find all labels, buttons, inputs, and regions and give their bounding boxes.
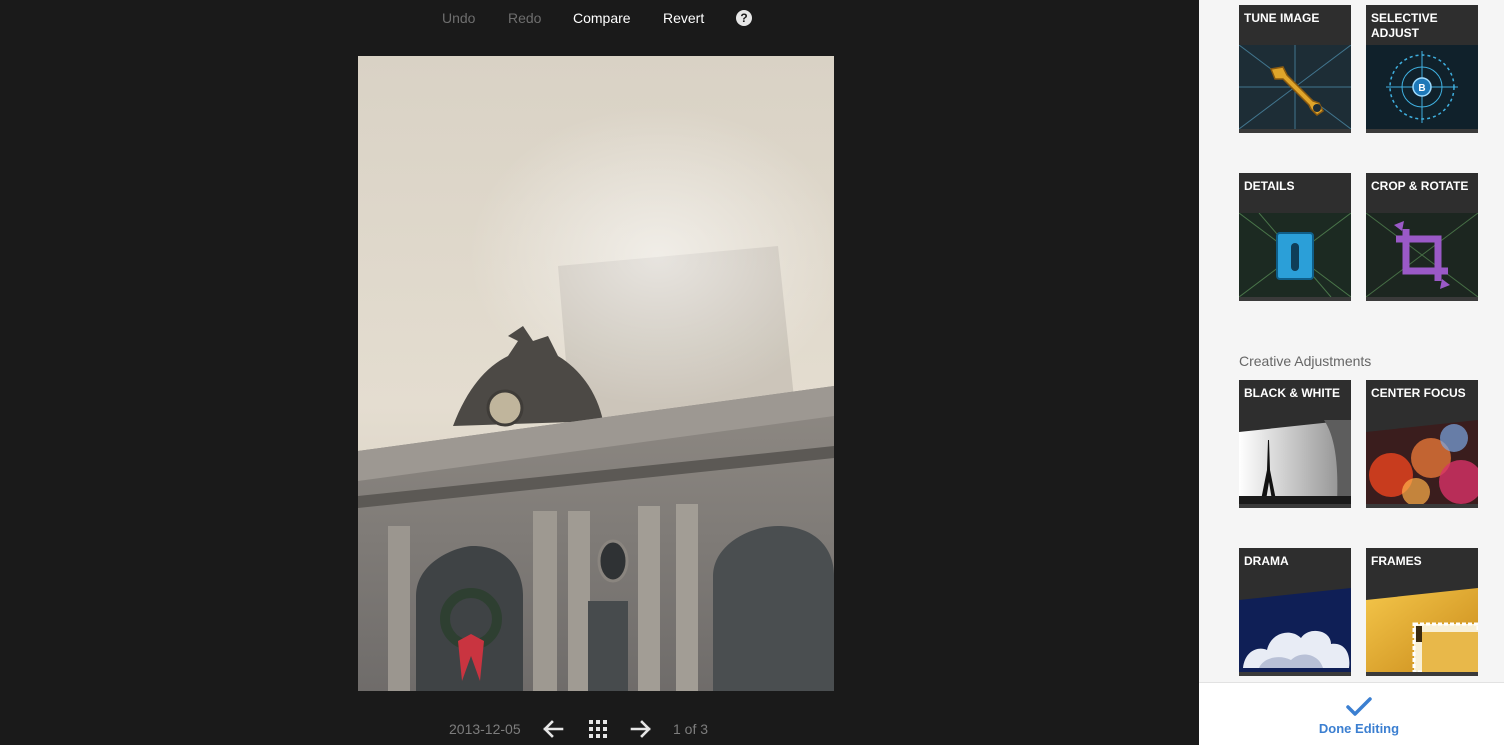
edit-tools-panel: Tune Image Selective Adjust B (1199, 0, 1504, 745)
wrench-icon (1239, 45, 1351, 129)
tool-label: Drama (1244, 554, 1289, 568)
tool-label: Details (1244, 179, 1295, 193)
done-editing-button[interactable]: Done Editing (1199, 683, 1504, 745)
edit-toolbar: Undo Redo Compare Revert ? (0, 0, 1199, 36)
tool-label: Tune Image (1244, 11, 1320, 25)
photo-position: 1 of 3 (673, 721, 709, 737)
tile-footer (1239, 129, 1351, 133)
eiffel-tower-thumbnail (1239, 420, 1351, 504)
photo-navigation: 2013-12-05 1 of 3 (0, 716, 1199, 740)
tile-footer (1239, 297, 1351, 301)
frame-thumbnail (1366, 588, 1478, 672)
tool-selective-adjust[interactable]: Selective Adjust B (1366, 5, 1478, 133)
tile-footer (1366, 297, 1478, 301)
creative-adjustments-heading: Creative Adjustments (1239, 353, 1372, 369)
grid-icon[interactable] (587, 719, 609, 739)
tile-footer (1366, 504, 1478, 508)
tool-crop-rotate[interactable]: Crop & Rotate (1366, 173, 1478, 301)
checkmark-icon (1346, 697, 1372, 716)
tile-footer (1366, 672, 1478, 676)
edited-photo (358, 56, 834, 691)
svg-text:B: B (1418, 83, 1425, 94)
tool-frames[interactable]: Frames (1366, 548, 1478, 676)
photo-viewer: Undo Redo Compare Revert ? 2013-12-05 1 … (0, 0, 1199, 744)
tile-footer (1239, 504, 1351, 508)
arrow-left-icon[interactable] (542, 719, 564, 739)
photo-date: 2013-12-05 (449, 721, 521, 737)
revert-button[interactable]: Revert (663, 10, 704, 26)
tool-details[interactable]: Details (1239, 173, 1351, 301)
done-editing-label: Done Editing (1318, 721, 1400, 736)
sharpener-icon (1239, 213, 1351, 297)
tile-footer (1366, 129, 1478, 133)
tool-label: Center Focus (1371, 386, 1466, 400)
tool-drama[interactable]: Drama (1239, 548, 1351, 676)
tool-tune-image[interactable]: Tune Image (1239, 5, 1351, 133)
control-point-icon: B (1366, 45, 1478, 129)
tool-label: Selective Adjust (1371, 11, 1438, 40)
tool-center-focus[interactable]: Center Focus (1366, 380, 1478, 508)
tool-label: Crop & Rotate (1371, 179, 1469, 193)
redo-button[interactable]: Redo (508, 10, 541, 26)
bokeh-thumbnail (1366, 420, 1478, 504)
help-icon[interactable]: ? (736, 10, 752, 26)
photo-image (358, 56, 834, 691)
arrow-right-icon[interactable] (630, 719, 652, 739)
undo-button[interactable]: Undo (442, 10, 475, 26)
tile-footer (1239, 672, 1351, 676)
compare-button[interactable]: Compare (573, 10, 631, 26)
panel-footer: Done Editing (1199, 682, 1504, 745)
clouds-thumbnail (1239, 588, 1351, 672)
tool-black-white[interactable]: Black & White (1239, 380, 1351, 508)
tool-label: Black & White (1244, 386, 1340, 400)
crop-icon (1366, 213, 1478, 297)
tool-label: Frames (1371, 554, 1422, 568)
